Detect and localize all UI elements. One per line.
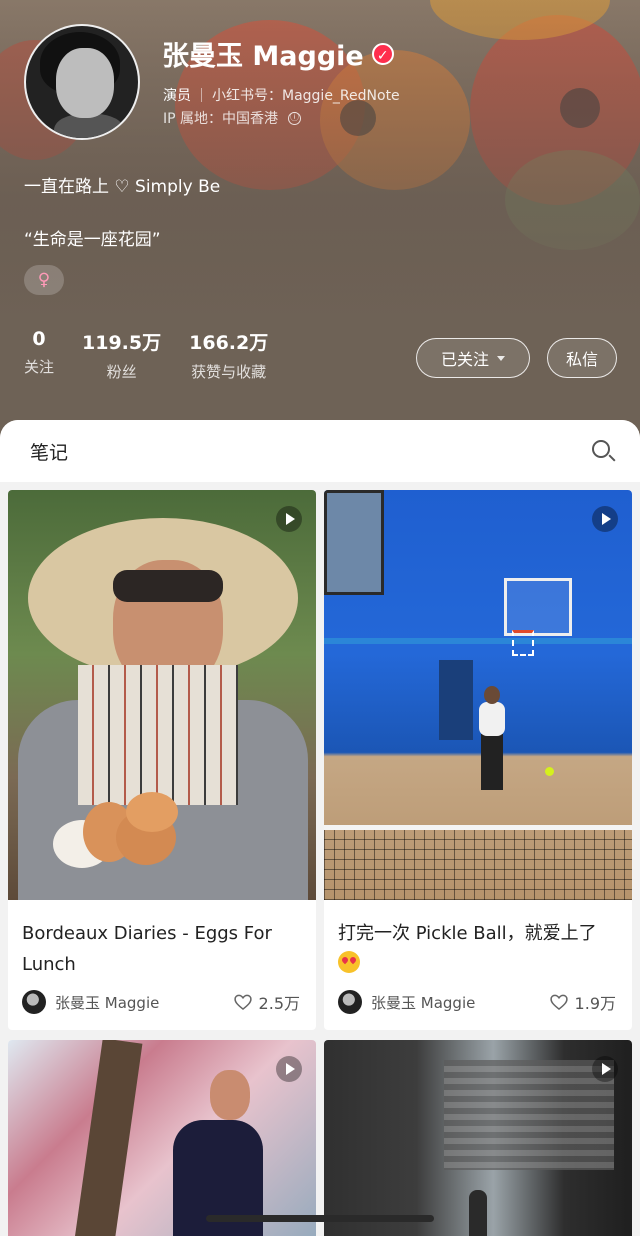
message-button[interactable]: 私信 (547, 338, 617, 378)
stat-followers[interactable]: 119.5万 粉丝 (82, 328, 161, 382)
like-button[interactable]: 2.5万 (233, 990, 300, 1014)
note-author[interactable]: 张曼玉 Maggie (22, 990, 159, 1014)
chevron-down-icon (497, 355, 505, 361)
stat-value: 166.2万 (189, 332, 269, 354)
profile-role: 演员 (163, 88, 191, 104)
profile-name-row: 张曼玉 Maggie ✓ (162, 34, 394, 73)
stat-label: 获赞与收藏 (191, 363, 267, 381)
play-icon (276, 1056, 302, 1082)
profile-avatar[interactable] (24, 24, 140, 140)
photo-player-shirt (479, 702, 505, 736)
likes-count: 1.9万 (574, 994, 616, 1013)
photo-backboard (504, 578, 572, 636)
search-icon[interactable] (590, 438, 616, 464)
photo-player-head (484, 686, 500, 704)
avatar (22, 990, 46, 1014)
heart-icon (233, 994, 252, 1011)
heart-icon (549, 994, 568, 1011)
photo-hoop-net (512, 630, 534, 656)
following-button-label: 已关注 (440, 350, 489, 369)
redbook-id[interactable]: 小红书号：Maggie_RedNote (212, 85, 400, 105)
play-icon (276, 506, 302, 532)
stat-following[interactable]: 0 关注 (24, 328, 54, 382)
photo-door (439, 660, 473, 740)
author-name: 张曼玉 Maggie (371, 993, 476, 1012)
note-thumbnail[interactable] (324, 490, 632, 900)
note-card[interactable]: 打完一次 Pickle Ball，就爱上了 张曼玉 Maggie 1.9万 (324, 490, 632, 1030)
bio-line-1: 一直在路上 ♡ Simply Be (24, 177, 221, 197)
note-thumbnail[interactable] (8, 490, 316, 900)
photo-ceiling (444, 1060, 614, 1170)
note-title[interactable]: Bordeaux Diaries - Eggs For Lunch (22, 918, 302, 980)
bio-line-2: “生命是一座花园” (24, 230, 161, 250)
note-title[interactable]: 打完一次 Pickle Ball，就爱上了 (338, 918, 618, 980)
photo-egg (126, 792, 178, 832)
following-button[interactable]: 已关注 (416, 338, 530, 378)
photo-figure (469, 1190, 487, 1236)
info-icon[interactable]: ⓘ (288, 111, 302, 125)
photo-person-head (210, 1070, 250, 1120)
profile-stats: 0 关注 119.5万 粉丝 166.2万 获赞与收藏 (24, 328, 268, 382)
likes-count: 2.5万 (258, 994, 300, 1013)
heart-eyes-emoji-icon (338, 951, 360, 973)
photo-player-legs (481, 734, 503, 790)
photo-ball (545, 767, 554, 776)
note-card[interactable] (8, 1040, 316, 1236)
photo-scarf (78, 665, 238, 805)
stat-value: 0 (32, 328, 46, 350)
profile-header: 张曼玉 Maggie ✓ 演员 小红书号：Maggie_RedNote IP 属… (0, 0, 640, 440)
stat-label: 关注 (24, 358, 55, 376)
avatar-face (56, 48, 114, 118)
play-icon (592, 506, 618, 532)
stat-value: 119.5万 (82, 332, 162, 354)
like-button[interactable]: 1.9万 (549, 990, 616, 1014)
profile-name: 张曼玉 Maggie (162, 41, 364, 72)
search-icon-handle (608, 454, 616, 462)
note-author[interactable]: 张曼玉 Maggie (338, 990, 475, 1014)
female-gender-icon: ♀ (24, 265, 64, 295)
author-name: 张曼玉 Maggie (55, 993, 160, 1012)
note-card[interactable] (324, 1040, 632, 1236)
photo-sunglasses (113, 570, 223, 602)
photo-wall-stripe (324, 638, 632, 644)
stat-label: 粉丝 (106, 363, 137, 381)
ip-location: IP 属地：中国香港 (163, 111, 279, 127)
note-thumbnail[interactable] (8, 1040, 316, 1236)
play-icon (592, 1056, 618, 1082)
notes-panel: 笔记 Bordeaux Diaries - Eggs For Lunch 张曼玉… (0, 420, 640, 1236)
photo-tree-trunk (73, 1040, 143, 1236)
tab-notes[interactable]: 笔记 (30, 438, 68, 465)
tab-bar: 笔记 (0, 420, 640, 482)
note-thumbnail[interactable] (324, 1040, 632, 1236)
note-card[interactable]: Bordeaux Diaries - Eggs For Lunch 张曼玉 Ma… (8, 490, 316, 1030)
divider (201, 88, 202, 102)
ip-location-row: IP 属地：中国香港 ⓘ (163, 108, 302, 128)
photo-court-net (324, 825, 632, 900)
note-title-text: 打完一次 Pickle Ball，就爱上了 (338, 923, 597, 944)
home-indicator[interactable] (206, 1215, 434, 1222)
photo-window (324, 490, 384, 595)
verified-icon[interactable]: ✓ (371, 42, 394, 65)
profile-meta-row: 演员 小红书号：Maggie_RedNote (163, 85, 400, 105)
stat-likes-collections[interactable]: 166.2万 获赞与收藏 (189, 328, 268, 382)
avatar (338, 990, 362, 1014)
